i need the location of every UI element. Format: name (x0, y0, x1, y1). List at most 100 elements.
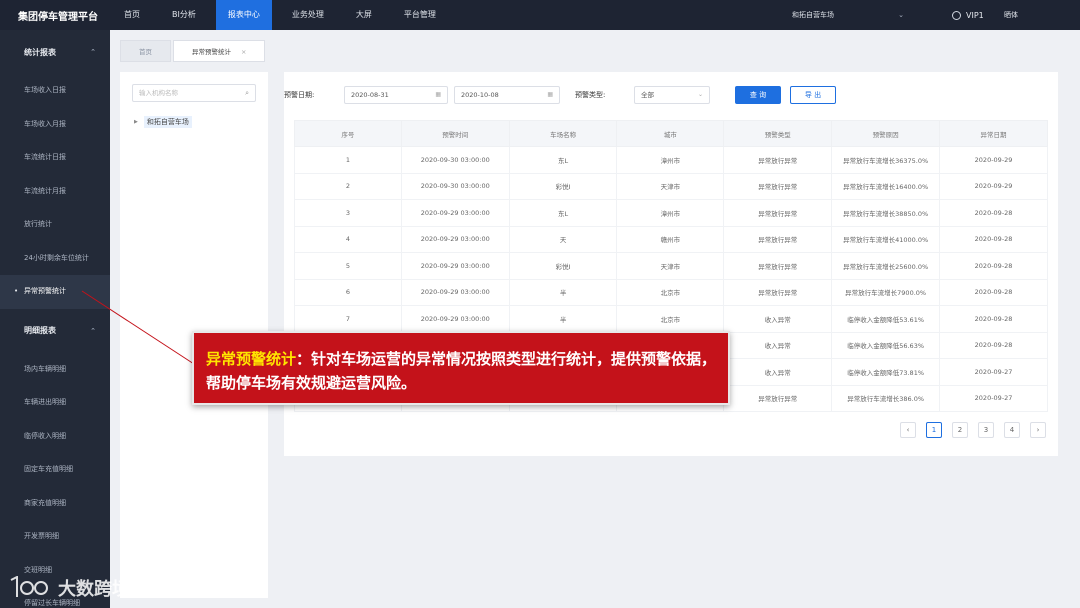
start-date-input[interactable]: 2020-08-31 ▦ (344, 86, 448, 104)
filter-bar: 预警日期: 2020-08-31 ▦ 2020-10-08 ▦ 预警类型: 全部… (284, 86, 1058, 104)
cell-alert-time: 2020-09-29 03:00:00 (400, 305, 510, 333)
table-row[interactable]: 2 2020-09-30 03:00:00 彩悦I 天津市 异常放行异常 异常放行车流增长… (294, 172, 1048, 200)
table-row[interactable]: 5 2020-09-29 03:00:00 彩悦I 天津市 异常放行异常 异常放行车流增长… (294, 252, 1048, 280)
search-icon[interactable]: ⌕ (245, 85, 249, 101)
sidebar-item-lot-income-monthly[interactable]: 车场收入月报 (0, 108, 110, 142)
cell-anomaly-date: 2020-09-28 (939, 199, 1048, 227)
chevron-up-icon: ⌃ (90, 48, 96, 56)
col-index[interactable]: 序号 (294, 120, 402, 147)
sidebar-item-traffic-monthly[interactable]: 车流统计月报 (0, 175, 110, 209)
sidebar-item-anomaly-alerts[interactable]: 异常预警统计 (0, 275, 110, 309)
user-menu[interactable]: VIP1 (952, 0, 984, 30)
cell-alert-type: 收入异常 (723, 331, 833, 359)
tab-home[interactable]: 首页 (120, 40, 171, 62)
table-header-row: 序号 预警时间 车场名称 城市 预警类型 预警原因 异常日期 (294, 120, 1048, 147)
tab-anomaly-alerts[interactable]: 异常预警统计 × (173, 40, 266, 62)
sidebar-item-temp-income[interactable]: 临停收入明细 (0, 420, 110, 454)
cell-alert-type: 收入异常 (723, 305, 833, 333)
col-alert-type[interactable]: 预警类型 (723, 120, 833, 147)
cell-alert-reason: 临停收入金额降低53.61% (831, 305, 941, 333)
col-alert-reason[interactable]: 预警原因 (831, 120, 941, 147)
cell-lot-name: 彩悦I (508, 172, 618, 200)
cell-alert-type: 异常放行异常 (723, 225, 833, 253)
table-row[interactable]: 4 2020-09-29 03:00:00 天赣州市 异常放行异常 异常放行车流增长41… (294, 225, 1048, 253)
cell-index: 1 (294, 146, 402, 174)
table-row[interactable]: 3 2020-09-29 03:00:00 东L 漳州市 异常放行异常 异常放行车流增长3… (294, 199, 1048, 227)
sidebar-item-release-stats[interactable]: 放行统计 (0, 208, 110, 242)
tree-node-label: 和拓自营车场 (143, 116, 192, 128)
sidebar-group-statistics[interactable]: 统计报表 ⌃ (0, 30, 110, 74)
cell-lot-name: 彩悦I (508, 252, 618, 280)
callout-title: 异常预警统计 (206, 350, 297, 368)
cell-alert-reason: 临停收入金额降低73.81% (831, 358, 941, 386)
prev-page-button[interactable]: ‹ (900, 422, 916, 438)
cell-alert-time: 2020-09-30 03:00:00 (400, 146, 510, 174)
watermark-text: 大数跨境 (58, 579, 130, 600)
cell-city: 漳州市 (616, 199, 725, 227)
sidebar-item-lot-income-daily[interactable]: 车场收入日报 (0, 74, 110, 108)
cell-index: 6 (294, 278, 402, 306)
sidebar-item-invoices[interactable]: 开发票明细 (0, 520, 110, 554)
cell-alert-type: 异常放行异常 (723, 199, 833, 227)
cell-index: 7 (294, 305, 402, 333)
cell-alert-time: 2020-09-29 03:00:00 (400, 225, 510, 253)
end-date-value: 2020-10-08 (461, 91, 499, 99)
cell-alert-time: 2020-09-30 03:00:00 (400, 172, 510, 200)
alert-type-select[interactable]: 全部 ⌄ (634, 86, 710, 104)
sidebar-item-fixed-recharge[interactable]: 固定车充值明细 (0, 453, 110, 487)
end-date-input[interactable]: 2020-10-08 ▦ (454, 86, 560, 104)
query-button[interactable]: 查 询 (735, 86, 781, 104)
user-icon (952, 10, 961, 20)
type-label: 预警类型: (575, 91, 606, 99)
sidebar-item-merchant-recharge[interactable]: 商家充值明细 (0, 487, 110, 521)
page-tabs: 首页 异常预警统计 × (120, 40, 267, 62)
parking-lot-select[interactable]: 和拓自营车场 ⌄ (788, 7, 912, 23)
page-3-button[interactable]: 3 (978, 422, 994, 438)
nav-big-screen[interactable]: 大屏 (344, 0, 384, 30)
chevron-down-icon: ⌄ (898, 11, 904, 19)
caret-right-icon[interactable]: ▶ (134, 119, 138, 125)
chevron-down-icon: ⌄ (697, 91, 703, 98)
cell-index: 5 (294, 252, 402, 280)
cell-city: 天津市 (616, 172, 725, 200)
export-button[interactable]: 导 出 (790, 86, 836, 104)
cell-anomaly-date: 2020-09-27 (939, 384, 1048, 412)
sidebar-group-label: 明细报表 (24, 326, 56, 335)
nav-report-center[interactable]: 报表中心 (215, 0, 272, 30)
table-row[interactable]: 7 2020-09-29 03:00:00 半北京市 收入异常 临停收入金额降低53.6… (294, 305, 1048, 333)
org-search-input[interactable]: 输入机构名称 ⌕ (132, 84, 256, 102)
theme-switch[interactable]: 晒体 (1004, 0, 1018, 30)
cell-alert-reason: 异常放行车流增长386.0% (831, 384, 941, 412)
cell-alert-time: 2020-09-29 03:00:00 (400, 199, 510, 227)
calendar-icon: ▦ (435, 91, 441, 98)
col-alert-time[interactable]: 预警时间 (400, 120, 510, 147)
table-row[interactable]: 1 2020-09-30 03:00:00 东L 漳州市 异常放行异常 异常放行车流增长3… (294, 146, 1048, 174)
nav-bi-analysis[interactable]: BI分析 (160, 0, 208, 30)
table-row[interactable]: 6 2020-09-29 03:00:00 半北京市 异常放行异常 异常放行车流增长79… (294, 278, 1048, 306)
page-2-button[interactable]: 2 (952, 422, 968, 438)
feature-callout: 异常预警统计：针对车场运营的异常情况按照类型进行统计，提供预警依据，帮助停车场有… (192, 331, 730, 405)
sidebar-item-24h-spaces[interactable]: 24小时剩余车位统计 (0, 242, 110, 276)
main-nav: 首页 BI分析 报表中心 业务处理 大屏 平台管理 (112, 0, 456, 30)
cell-anomaly-date: 2020-09-28 (939, 252, 1048, 280)
cell-lot-name: 半 (508, 278, 618, 306)
col-anomaly-date[interactable]: 异常日期 (939, 120, 1048, 147)
sidebar-item-entry-exit[interactable]: 车辆进出明细 (0, 386, 110, 420)
nav-business[interactable]: 业务处理 (280, 0, 336, 30)
cell-anomaly-date: 2020-09-27 (939, 358, 1048, 386)
tree-node[interactable]: ▶ 和拓自营车场 (134, 116, 192, 128)
sidebar-item-vehicles-inside[interactable]: 场内车辆明细 (0, 353, 110, 387)
page-4-button[interactable]: 4 (1004, 422, 1020, 438)
nav-platform-admin[interactable]: 平台管理 (392, 0, 448, 30)
pagination: ‹ 1 2 3 4 › (900, 422, 1056, 438)
sidebar-group-details[interactable]: 明细报表 ⌃ (0, 309, 110, 353)
sidebar-item-traffic-daily[interactable]: 车流统计日报 (0, 141, 110, 175)
page-1-button[interactable]: 1 (926, 422, 942, 438)
col-lot-name[interactable]: 车场名称 (508, 120, 618, 147)
col-city[interactable]: 城市 (616, 120, 725, 147)
close-icon[interactable]: × (241, 48, 246, 56)
cell-city: 漳州市 (616, 146, 725, 174)
next-page-button[interactable]: › (1030, 422, 1046, 438)
nav-home[interactable]: 首页 (112, 0, 152, 30)
start-date-value: 2020-08-31 (351, 91, 389, 99)
